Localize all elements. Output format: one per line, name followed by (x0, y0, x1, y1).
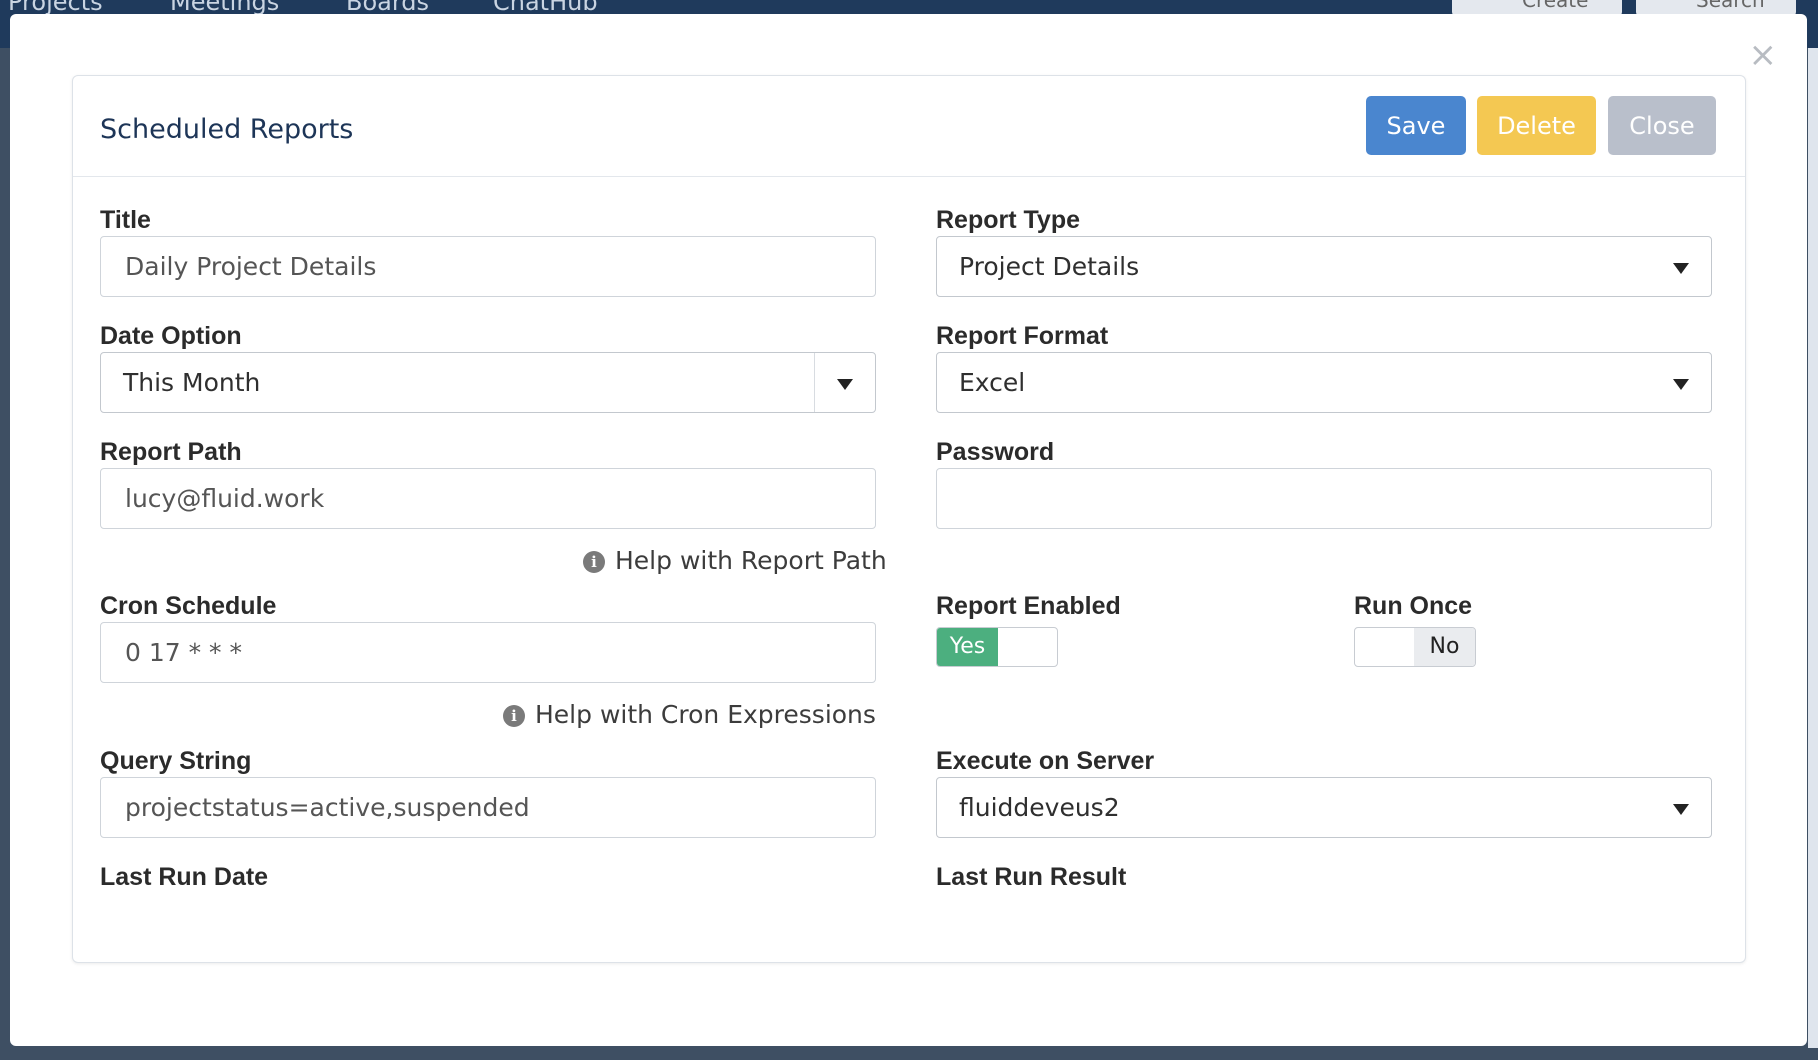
cron-help-link[interactable]: i Help with Cron Expressions (503, 700, 876, 729)
query-string-label: Query String (100, 747, 252, 775)
execute-server-select[interactable]: fluiddeveus2 (936, 777, 1712, 838)
report-type-label: Report Type (936, 206, 1080, 234)
last-run-result-label: Last Run Result (936, 863, 1127, 891)
report-enabled-label: Report Enabled (936, 592, 1121, 620)
delete-button[interactable]: Delete (1477, 96, 1596, 155)
caret-down-icon (837, 379, 853, 390)
panel-header: Scheduled Reports Save Delete Close (73, 76, 1745, 177)
caret-down-icon (1673, 804, 1689, 815)
save-button[interactable]: Save (1366, 96, 1466, 155)
execute-server-label: Execute on Server (936, 747, 1155, 775)
query-string-input[interactable]: projectstatus=active,suspended (100, 777, 876, 838)
caret-down-icon (1673, 263, 1689, 274)
cron-help-text: Help with Cron Expressions (535, 700, 876, 729)
last-run-date-label: Last Run Date (100, 863, 269, 891)
report-enabled-state: Yes (937, 628, 998, 666)
execute-server-value: fluiddeveus2 (959, 793, 1120, 822)
report-path-help-text: Help with Report Path (615, 546, 887, 575)
report-format-select[interactable]: Excel (936, 352, 1712, 413)
run-once-toggle[interactable]: No (1354, 627, 1476, 667)
run-once-label: Run Once (1354, 592, 1473, 620)
info-icon: i (503, 705, 525, 727)
scheduled-reports-modal: × Scheduled Reports Save Delete Close Ti… (10, 14, 1807, 1046)
date-option-select[interactable]: This Month (100, 352, 876, 413)
date-option-label: Date Option (100, 322, 242, 350)
report-path-help-link[interactable]: i Help with Report Path (583, 546, 887, 575)
background-side (1808, 48, 1818, 1048)
panel-title: Scheduled Reports (100, 114, 354, 145)
title-label: Title (100, 206, 151, 234)
report-path-label: Report Path (100, 438, 242, 466)
report-type-select[interactable]: Project Details (936, 236, 1712, 297)
cron-schedule-label: Cron Schedule (100, 592, 277, 620)
scheduled-reports-panel: Scheduled Reports Save Delete Close Titl… (72, 75, 1746, 963)
title-input[interactable]: Daily Project Details (100, 236, 876, 297)
report-format-label: Report Format (936, 322, 1109, 350)
date-option-dropdown-toggle[interactable] (814, 353, 875, 412)
report-enabled-toggle[interactable]: Yes (936, 627, 1058, 667)
close-button[interactable]: Close (1608, 96, 1716, 155)
info-icon: i (583, 551, 605, 573)
report-type-value: Project Details (959, 252, 1140, 281)
modal-close-icon[interactable]: × (1749, 38, 1778, 72)
report-path-input[interactable]: lucy@fluid.work (100, 468, 876, 529)
caret-down-icon (1673, 379, 1689, 390)
password-input[interactable] (936, 468, 1712, 529)
run-once-state: No (1414, 628, 1475, 666)
password-label: Password (936, 438, 1055, 466)
date-option-value: This Month (123, 368, 261, 397)
cron-schedule-input[interactable]: 0 17 * * * (100, 622, 876, 683)
report-format-value: Excel (959, 368, 1026, 397)
